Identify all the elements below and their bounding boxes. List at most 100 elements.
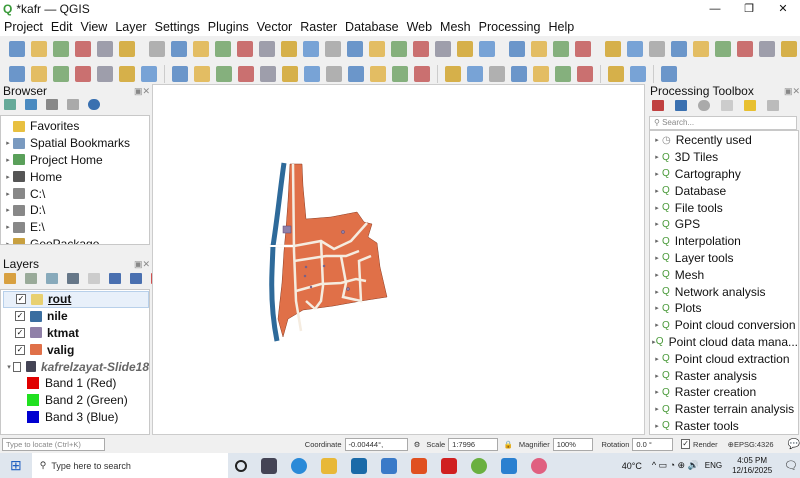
pdf-icon[interactable] <box>440 457 457 474</box>
options-icon[interactable] <box>767 100 779 111</box>
data-source-manager-icon[interactable] <box>9 65 25 82</box>
save-edits-icon[interactable] <box>216 65 232 82</box>
plugin-globe-icon[interactable] <box>608 65 624 82</box>
toolbox-provider[interactable]: ▸ Q Raster tools <box>652 418 798 434</box>
browser-item[interactable]: ▸ GeoPackage <box>3 236 149 244</box>
browser-item[interactable]: ▸ Project Home <box>3 152 149 169</box>
layer-item[interactable]: ▾ kafrelzayat-Slide18 <box>3 358 149 375</box>
toolbox-icon[interactable] <box>649 40 665 57</box>
delete-selected-icon[interactable] <box>304 65 320 82</box>
new-bookmark-icon[interactable] <box>369 40 385 57</box>
cortana-icon[interactable] <box>234 459 247 472</box>
expand-arrow-icon[interactable]: ▸ <box>652 388 662 396</box>
expand-arrow-icon[interactable]: ▸ <box>652 220 662 228</box>
close-button[interactable]: ✕ <box>766 0 800 18</box>
cut-icon[interactable] <box>326 65 342 82</box>
weather-widget[interactable]: 40°C <box>622 461 642 471</box>
browser-item[interactable]: ▸ D:\ <box>3 202 149 219</box>
statistics-icon[interactable] <box>671 40 687 57</box>
pan-to-selection-icon[interactable] <box>171 40 187 57</box>
filter-icon[interactable] <box>575 40 591 57</box>
expression-filter-icon[interactable] <box>88 273 100 284</box>
expand-arrow-icon[interactable]: ▸ <box>652 136 662 144</box>
new-map-view-icon[interactable] <box>413 40 429 57</box>
new-spatialite-layer-icon[interactable] <box>75 65 91 82</box>
scale-field[interactable]: 1:7996 <box>448 437 498 451</box>
temporal-controller-icon[interactable] <box>457 40 473 57</box>
edit-features-icon[interactable] <box>744 100 756 111</box>
layer-visibility-checkbox[interactable] <box>12 361 22 372</box>
new-virtual-layer-icon[interactable] <box>97 65 113 82</box>
qgis-taskbar-icon[interactable] <box>470 457 487 474</box>
toolbox-search[interactable]: ⚲ Search... <box>649 116 797 130</box>
new-memory-layer-icon[interactable] <box>119 65 135 82</box>
expand-arrow-icon[interactable]: ▸ <box>3 223 13 231</box>
messages-icon[interactable]: 💬 <box>788 439 800 450</box>
toolbox-provider[interactable]: ▸ Q File tools <box>652 199 798 216</box>
expand-arrow-icon[interactable]: ▸ <box>3 190 13 198</box>
language-indicator[interactable]: ENG <box>705 461 722 470</box>
toolbox-provider[interactable]: ▸ Q Interpolation <box>652 233 798 250</box>
expand-arrow-icon[interactable]: ▸ <box>652 271 662 279</box>
toolbox-provider[interactable]: ▸ Q Database <box>652 182 798 199</box>
paste-icon[interactable] <box>370 65 386 82</box>
toolbox-provider[interactable]: ▸ Q Layer tools <box>652 250 798 267</box>
filter-icon[interactable] <box>67 273 79 284</box>
pin-labels-icon[interactable] <box>489 65 505 82</box>
menu-mesh[interactable]: Mesh <box>440 20 471 34</box>
layer-visibility-checkbox[interactable]: ✓ <box>15 311 25 322</box>
help-icon[interactable] <box>661 65 677 82</box>
layer-visibility-checkbox[interactable]: ✓ <box>15 344 25 355</box>
browser-item[interactable]: ▸ Home <box>3 168 149 185</box>
python-console-icon[interactable] <box>630 65 646 82</box>
measure-icon[interactable] <box>715 40 731 57</box>
copy-icon[interactable] <box>348 65 364 82</box>
collapse-all-icon[interactable] <box>130 273 142 284</box>
menu-processing[interactable]: Processing <box>479 20 541 34</box>
expand-arrow-icon[interactable]: ▸ <box>3 206 13 214</box>
expand-arrow-icon[interactable]: ▸ <box>652 372 662 380</box>
toolbox-provider[interactable]: ▸ Q GPS <box>652 216 798 233</box>
expand-all-icon[interactable] <box>109 273 121 284</box>
menu-plugins[interactable]: Plugins <box>208 20 249 34</box>
expand-arrow-icon[interactable]: ▾ <box>5 363 13 371</box>
zoom-to-layer-icon[interactable] <box>281 40 297 57</box>
rotate-label-icon[interactable] <box>555 65 571 82</box>
toggle-editing-icon[interactable] <box>194 65 210 82</box>
toolbox-provider[interactable]: ▸ Q Plots <box>652 300 798 317</box>
pan-icon[interactable] <box>149 40 165 57</box>
expand-arrow-icon[interactable]: ▸ <box>652 422 662 430</box>
refresh-icon[interactable] <box>25 99 37 110</box>
expand-arrow-icon[interactable]: ▸ <box>652 170 662 178</box>
expand-arrow-icon[interactable]: ▸ <box>3 139 13 147</box>
add-icon[interactable] <box>4 99 16 110</box>
zoom-last-icon[interactable] <box>325 40 341 57</box>
minimize-button[interactable]: — <box>698 0 732 18</box>
deselect-icon[interactable] <box>531 40 547 57</box>
clock[interactable]: 4:05 PM 12/16/2025 <box>732 456 772 476</box>
style-icon[interactable] <box>4 273 16 284</box>
task-view-icon[interactable] <box>260 457 277 474</box>
browser-item[interactable]: ▸ E:\ <box>3 219 149 236</box>
style-manager-icon[interactable] <box>119 40 135 57</box>
zoom-native-icon[interactable] <box>303 40 319 57</box>
layer-item[interactable]: ✓ ktmat <box>3 325 149 342</box>
zoom-next-icon[interactable] <box>347 40 363 57</box>
menu-web[interactable]: Web <box>407 20 432 34</box>
save-project-icon[interactable] <box>53 40 69 57</box>
toolbox-provider[interactable]: ▸ Q Raster terrain analysis <box>652 401 798 418</box>
menu-help[interactable]: Help <box>548 20 574 34</box>
expand-arrow-icon[interactable]: ▸ <box>652 204 662 212</box>
edge-icon[interactable] <box>290 457 307 474</box>
toolbox-provider[interactable]: ▸ ◷ Recently used <box>652 132 798 149</box>
redo-icon[interactable] <box>414 65 430 82</box>
change-label-icon[interactable] <box>577 65 593 82</box>
menu-project[interactable]: Project <box>4 20 43 34</box>
browser-item[interactable]: ▸ C:\ <box>3 185 149 202</box>
file-explorer-icon[interactable] <box>320 457 337 474</box>
move-label-icon[interactable] <box>533 65 549 82</box>
print-layout-icon[interactable] <box>97 40 113 57</box>
expand-arrow-icon[interactable]: ▸ <box>3 156 13 164</box>
scripts-icon[interactable] <box>675 100 687 111</box>
layer-visibility-checkbox[interactable]: ✓ <box>16 294 26 305</box>
